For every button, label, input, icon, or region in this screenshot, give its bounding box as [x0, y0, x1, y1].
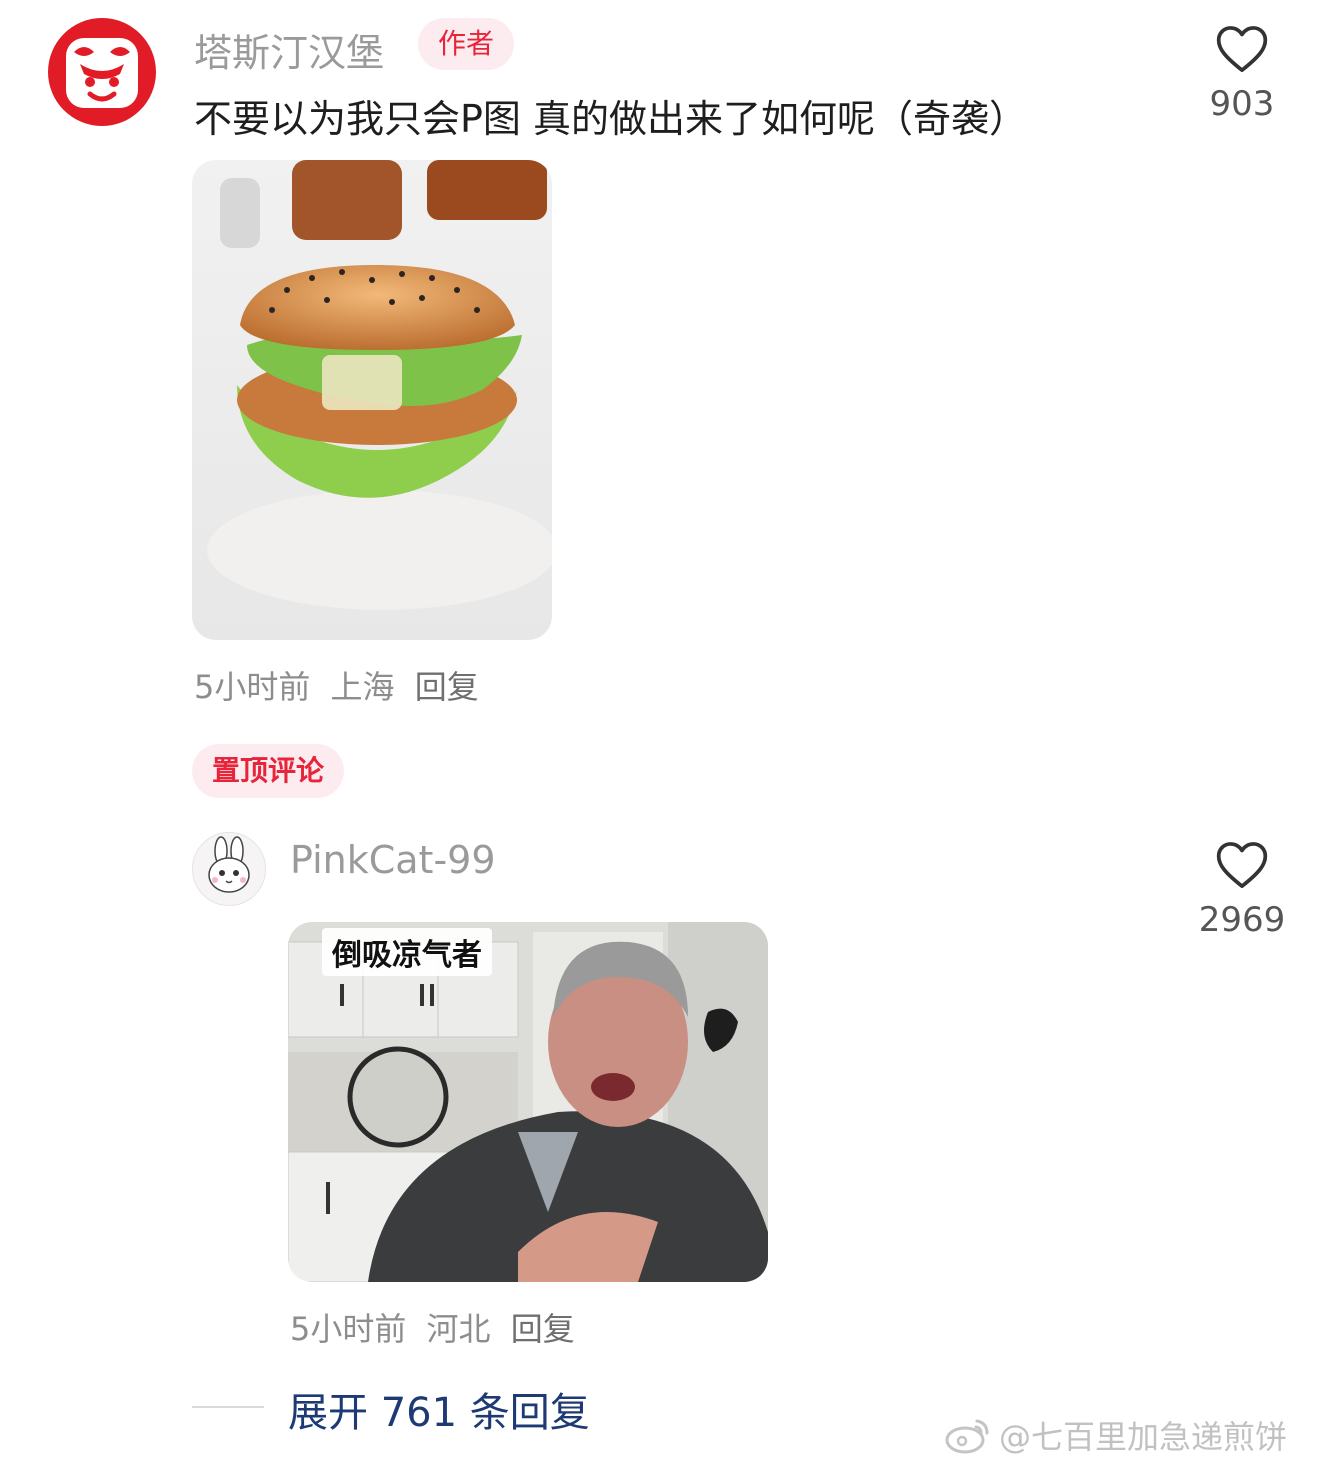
burger-photo: [192, 160, 552, 640]
reply-username[interactable]: PinkCat-99: [290, 838, 496, 882]
author-badge: 作者: [418, 18, 515, 70]
like-count: 903: [1209, 84, 1275, 124]
like-count: 2969: [1198, 900, 1286, 940]
reply-like-button[interactable]: 2969: [1187, 838, 1297, 940]
pinned-comment-badge: 置顶评论: [192, 744, 345, 798]
author-comment-text: 不要以为我只会P图 真的做出来了如何呢（奇袭）: [194, 97, 1027, 141]
divider-line: [192, 1406, 264, 1408]
bunny-avatar-icon: [193, 833, 265, 905]
comment-time: 5小时前: [290, 1310, 407, 1348]
author-avatar[interactable]: [48, 18, 156, 126]
reply-button[interactable]: 回复: [415, 668, 479, 706]
reply-comment-meta: 5小时前 河北 回复: [290, 1304, 575, 1350]
heart-icon: [1216, 842, 1268, 889]
comment-image-burger[interactable]: [192, 160, 552, 640]
author-username[interactable]: 塔斯汀汉堡: [194, 22, 384, 77]
weibo-icon: [945, 1419, 989, 1454]
comment-location: 河北: [426, 1310, 491, 1348]
watermark-text: @七百里加急递煎饼: [999, 1418, 1288, 1456]
meme-photo: [288, 922, 768, 1282]
watermark: @七百里加急递煎饼: [945, 1412, 1287, 1458]
comment-time: 5小时前: [194, 668, 311, 706]
author-comment-meta: 5小时前 上海 回复: [194, 662, 479, 708]
author-like-button[interactable]: 903: [1187, 22, 1297, 124]
heart-icon: [1216, 26, 1268, 73]
mask-logo-icon: [66, 38, 138, 108]
expand-replies-link[interactable]: 展开 761 条回复: [288, 1380, 590, 1438]
comment-image-meme[interactable]: [288, 922, 768, 1282]
reply-button[interactable]: 回复: [511, 1310, 575, 1348]
user-avatar[interactable]: [192, 832, 266, 906]
meme-caption: 倒吸凉气者: [322, 928, 492, 976]
comment-location: 上海: [330, 668, 395, 706]
